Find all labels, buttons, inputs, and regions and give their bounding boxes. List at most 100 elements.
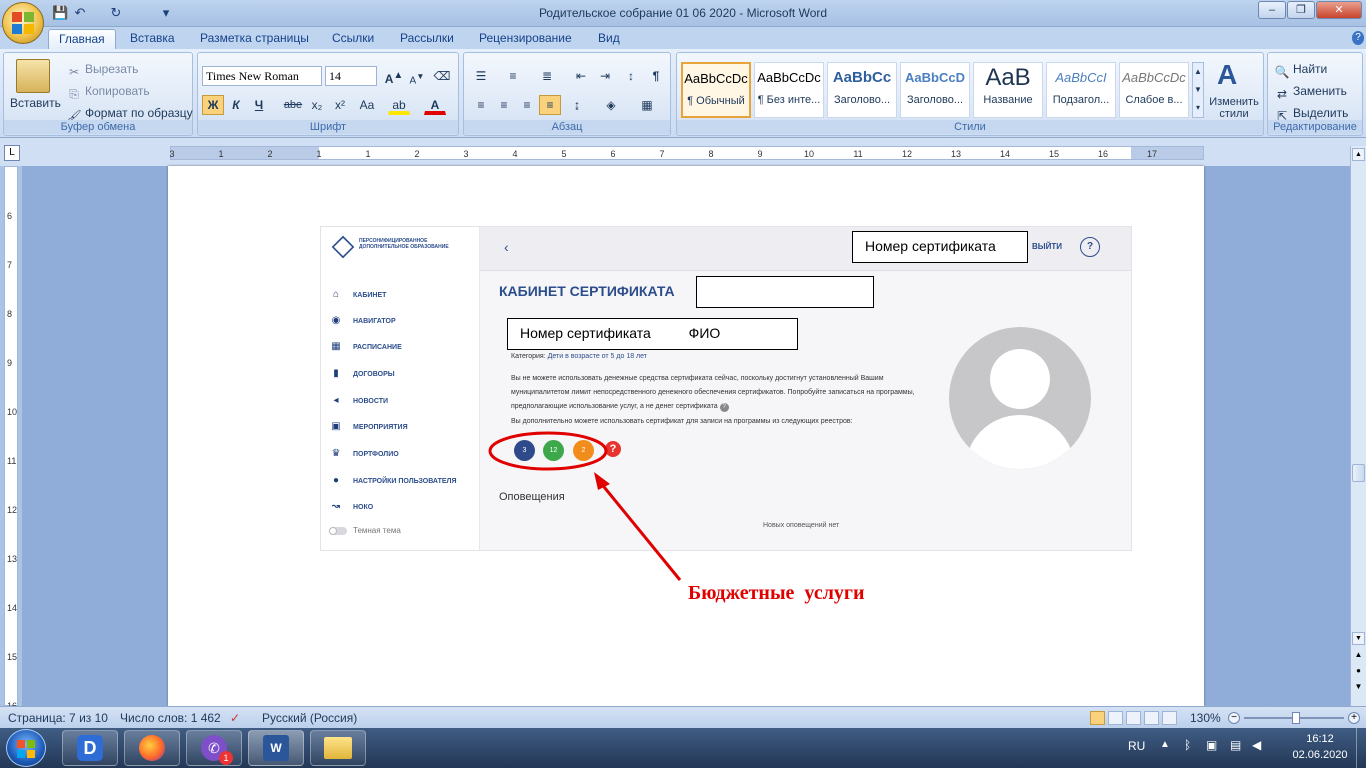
- horizontal-ruler[interactable]: 3 1 2 1 1 2 3 4 5 6 7 8 9 10 11 12 13 14 15 16 17: [169, 146, 1204, 160]
- show-desktop-button[interactable]: [1356, 728, 1366, 768]
- taskbar-dolphin[interactable]: D: [62, 730, 118, 766]
- italic-button[interactable]: К: [225, 95, 247, 115]
- superscript-button[interactable]: x²: [329, 95, 351, 115]
- vertical-scrollbar[interactable]: ▲ ▼ ▲ ● ▼: [1350, 146, 1366, 706]
- tray-expand-icon[interactable]: ▲: [1160, 739, 1170, 750]
- taskbar-firefox[interactable]: [124, 730, 180, 766]
- tab-view[interactable]: Вид: [588, 29, 630, 49]
- registry-badge-1[interactable]: 3: [514, 440, 535, 461]
- certificate-number-box-top[interactable]: Номер сертификата: [852, 231, 1028, 263]
- reading-layout-icon[interactable]: [1108, 711, 1123, 725]
- office-button[interactable]: [2, 2, 44, 44]
- print-layout-icon[interactable]: [1090, 711, 1105, 725]
- zoom-slider-thumb[interactable]: [1292, 712, 1300, 724]
- style-no-spacing[interactable]: AaBbCcDc ¶ Без инте...: [754, 62, 824, 118]
- sidebar-item-events[interactable]: ▣ МЕРОПРИЯТИЯ: [329, 419, 407, 435]
- next-page-icon[interactable]: ▼: [1352, 682, 1365, 695]
- prev-page-icon[interactable]: ▲: [1352, 650, 1365, 663]
- change-styles-button[interactable]: Изменить стили: [1205, 96, 1263, 120]
- tray-app-icon[interactable]: ▣: [1206, 738, 1217, 752]
- taskbar-word[interactable]: W: [248, 730, 304, 766]
- page-counter[interactable]: Страница: 7 из 10: [8, 711, 108, 725]
- help-icon[interactable]: ?: [1352, 31, 1364, 45]
- shrink-font-icon[interactable]: A▼: [406, 66, 428, 86]
- sort-icon[interactable]: ↕: [620, 66, 642, 86]
- tab-mailings[interactable]: Рассылки: [390, 29, 464, 49]
- proofing-icon[interactable]: ✓: [230, 711, 240, 725]
- multilevel-list-icon[interactable]: ≣: [536, 66, 558, 86]
- bold-button[interactable]: Ж: [202, 95, 224, 115]
- sidebar-item-cabinet[interactable]: ⌂ КАБИНЕТ: [329, 287, 386, 303]
- style-heading-2[interactable]: AaBbCcD Заголово...: [900, 62, 970, 118]
- sidebar-item-news[interactable]: ◂ НОВОСТИ: [329, 393, 388, 409]
- increase-indent-icon[interactable]: ⇥: [594, 66, 616, 86]
- zoom-in-icon[interactable]: +: [1348, 712, 1360, 724]
- align-left-icon[interactable]: ≡: [470, 95, 492, 115]
- pilcrow-button[interactable]: ¶: [645, 66, 667, 86]
- change-case-button[interactable]: Aa: [354, 95, 380, 115]
- embedded-screenshot[interactable]: ПЕРСОНИФИЦИРОВАННОЕ ДОПОЛНИТЕЛЬНОЕ ОБРАЗ…: [320, 226, 1132, 551]
- heading-blank-box[interactable]: [696, 276, 874, 308]
- style-title[interactable]: AaB Название: [973, 62, 1043, 118]
- style-heading-1[interactable]: AaBbCc Заголово...: [827, 62, 897, 118]
- back-icon[interactable]: ‹: [504, 239, 509, 255]
- registry-badge-2[interactable]: 12: [543, 440, 564, 461]
- find-button[interactable]: Найти: [1293, 62, 1327, 76]
- tab-review[interactable]: Рецензирование: [469, 29, 582, 49]
- registry-help-icon[interactable]: ?: [605, 441, 621, 457]
- clock-date[interactable]: 02.06.2020: [1290, 749, 1350, 761]
- volume-icon[interactable]: ◀: [1252, 738, 1261, 752]
- paste-icon[interactable]: [16, 59, 50, 93]
- input-language[interactable]: RU: [1128, 739, 1145, 753]
- taskbar-viber[interactable]: ✆ 1: [186, 730, 242, 766]
- style-normal[interactable]: AaBbCcDc ¶ Обычный: [681, 62, 751, 118]
- numbering-icon[interactable]: ≡: [502, 66, 524, 86]
- borders-icon[interactable]: ▦: [636, 95, 658, 115]
- justify-icon[interactable]: ≡: [539, 95, 561, 115]
- vertical-ruler[interactable]: 678910111213141516: [4, 166, 18, 711]
- clock-time[interactable]: 16:12: [1296, 733, 1344, 745]
- outline-icon[interactable]: [1144, 711, 1159, 725]
- zoom-level[interactable]: 130%: [1190, 711, 1221, 725]
- word-count[interactable]: Число слов: 1 462: [120, 711, 221, 725]
- styles-scroll[interactable]: ▲ ▼ ▾: [1192, 62, 1204, 118]
- font-color-icon[interactable]: A: [424, 95, 446, 115]
- language-indicator[interactable]: Русский (Россия): [262, 711, 357, 725]
- tab-selector-icon[interactable]: L: [4, 145, 20, 161]
- maximize-button[interactable]: ❐: [1287, 1, 1315, 19]
- bluetooth-icon[interactable]: ᛒ: [1184, 738, 1191, 752]
- font-size-combo[interactable]: 14: [325, 66, 377, 86]
- paste-button[interactable]: Вставить: [10, 95, 61, 111]
- shading-icon[interactable]: ◈: [600, 95, 622, 115]
- sidebar-item-user-settings[interactable]: ● НАСТРОЙКИ ПОЛЬЗОВАТЕЛЯ: [329, 473, 457, 489]
- copy-button[interactable]: Копировать: [85, 84, 150, 98]
- tab-references[interactable]: Ссылки: [322, 29, 384, 49]
- close-button[interactable]: ✕: [1316, 1, 1362, 19]
- decrease-indent-icon[interactable]: ⇤: [570, 66, 592, 86]
- select-button[interactable]: Выделить: [1293, 106, 1348, 120]
- clear-format-icon[interactable]: ⌫: [431, 66, 453, 86]
- sidebar-item-schedule[interactable]: ▦ РАСПИСАНИЕ: [329, 339, 401, 355]
- info-icon[interactable]: ?: [719, 403, 729, 412]
- highlight-icon[interactable]: ab: [388, 95, 410, 115]
- replace-button[interactable]: Заменить: [1293, 84, 1347, 98]
- network-icon[interactable]: ▤: [1230, 738, 1241, 752]
- sidebar-item-noko[interactable]: ↝ НОКО: [329, 499, 373, 515]
- align-right-icon[interactable]: ≡: [516, 95, 538, 115]
- portal-help-icon[interactable]: ?: [1080, 237, 1100, 257]
- web-layout-icon[interactable]: [1126, 711, 1141, 725]
- sidebar-item-navigator[interactable]: ◉ НАВИГАТОР: [329, 313, 396, 329]
- line-spacing-icon[interactable]: ↨: [566, 95, 588, 115]
- minimize-button[interactable]: –: [1258, 1, 1286, 19]
- tab-home[interactable]: Главная: [48, 29, 116, 49]
- style-subtle-emphasis[interactable]: AaBbCcDc Слабое в...: [1119, 62, 1189, 118]
- align-center-icon[interactable]: ≡: [493, 95, 515, 115]
- cut-button[interactable]: Вырезать: [85, 62, 138, 76]
- taskbar-explorer[interactable]: [310, 730, 366, 766]
- font-name-combo[interactable]: Times New Roman: [202, 66, 322, 86]
- zoom-out-icon[interactable]: −: [1228, 712, 1240, 724]
- logout-link[interactable]: ВЫЙТИ: [1032, 242, 1062, 251]
- browse-object-icon[interactable]: ●: [1352, 666, 1365, 679]
- underline-button[interactable]: Ч: [248, 95, 270, 115]
- style-subtitle[interactable]: AaBbCcI Подзагол...: [1046, 62, 1116, 118]
